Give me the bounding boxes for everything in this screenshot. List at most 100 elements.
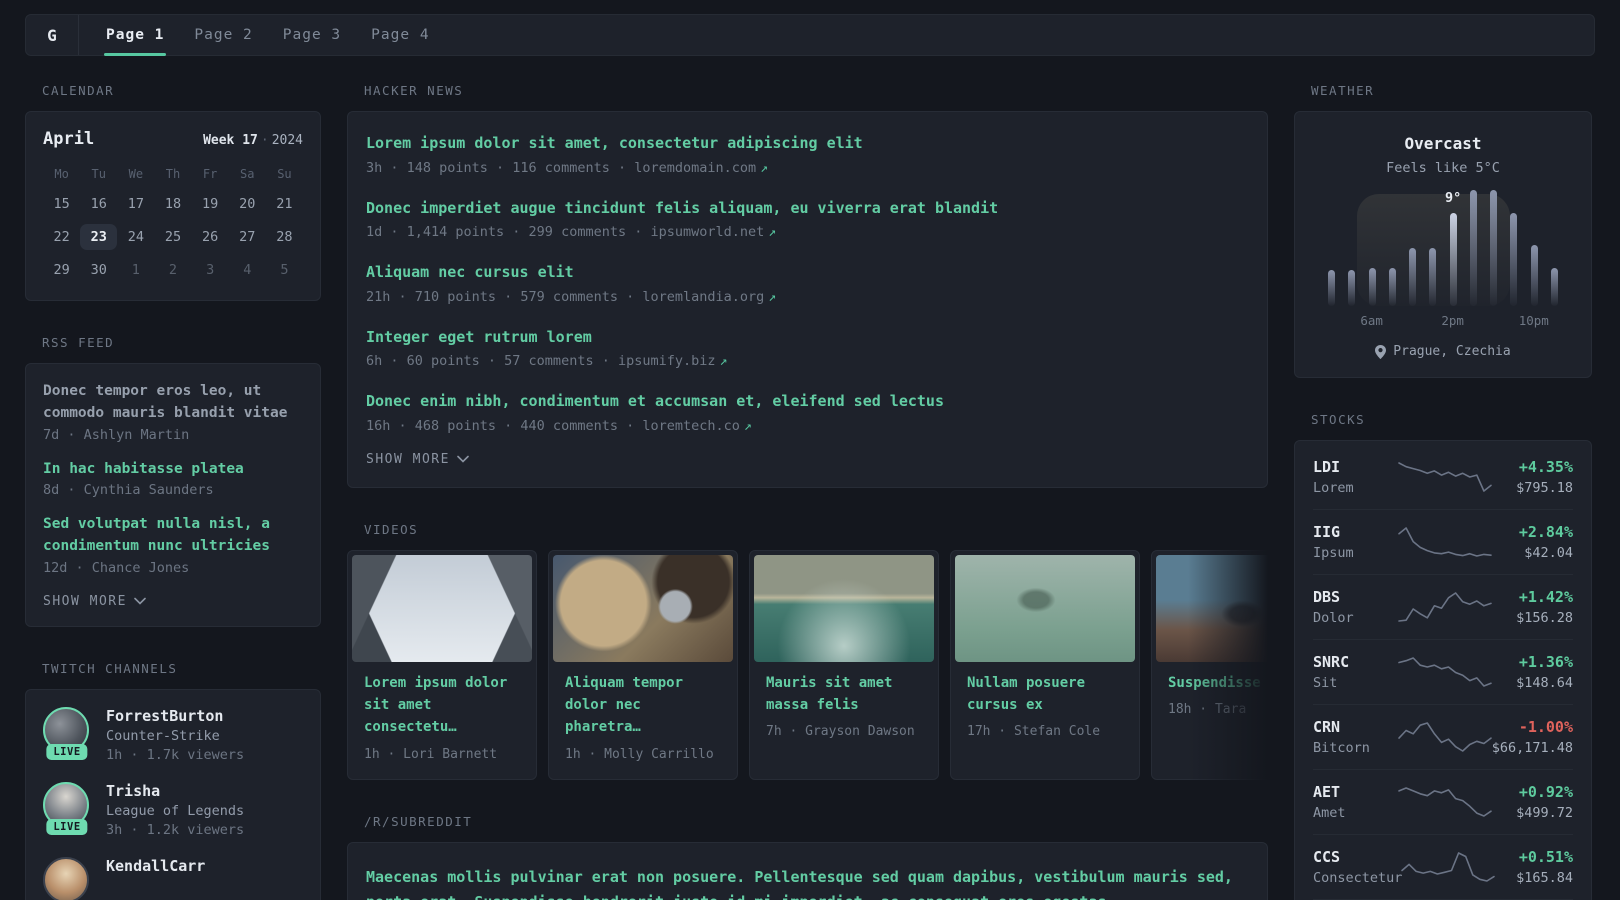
hn-item-meta: 21h · 710 points · 579 comments · loreml… [366, 288, 777, 305]
video-meta: 18h · Tara [1168, 701, 1247, 717]
stocks-section-label: STOCKS [1311, 412, 1366, 427]
stock-row[interactable]: CRN Bitcorn -1.00% $66,171.48 [1313, 704, 1573, 769]
hn-item-title[interactable]: Aliquam nec cursus elit [366, 261, 1249, 284]
external-link-icon[interactable]: ↗ [720, 354, 728, 369]
day-header: Mo [54, 167, 69, 181]
hn-item-title[interactable]: Donec imperdiet augue tincidunt felis al… [366, 197, 1249, 220]
video-card[interactable]: Lorem ipsum dolor sit amet consectetu… 1… [347, 549, 537, 780]
hacker-news-widget: Lorem ipsum dolor sit amet, consectetur … [347, 111, 1268, 488]
stock-name: Consectetur [1313, 870, 1403, 886]
weather-widget: Overcast Feels like 5°C 9° 6am 2pm 10pm … [1294, 111, 1592, 378]
weather-bar [1429, 248, 1437, 306]
video-card[interactable]: Mauris sit amet massa felis 7h · Grayson… [749, 549, 939, 780]
rss-item-meta: 8d · Cynthia Saunders [43, 482, 214, 499]
day-header: Th [165, 167, 181, 181]
weather-bar [1550, 267, 1558, 306]
chevron-down-icon [457, 455, 469, 463]
stock-row[interactable]: SNRC Sit +1.36% $148.64 [1313, 639, 1573, 704]
video-thumbnail[interactable] [1156, 554, 1268, 662]
stock-name: Lorem [1313, 480, 1354, 496]
day-header: Sa [240, 167, 255, 181]
subreddit-post: Maecenas mollis pulvinar erat non posuer… [366, 865, 1249, 900]
external-link-icon[interactable]: ↗ [760, 161, 768, 176]
rss-item-title[interactable]: In hac habitasse platea [43, 459, 303, 481]
stock-row[interactable]: LDI Lorem +4.35% $795.18 [1313, 445, 1573, 509]
page-tabs: Page 1 Page 2 Page 3 Page 4 [79, 15, 445, 56]
twitch-channel[interactable]: LIVE Trisha League of Legends 3h · 1.2k … [43, 781, 303, 838]
video-thumbnail[interactable] [553, 554, 733, 662]
video-meta: 1h · Lori Barnett [364, 746, 498, 762]
stock-symbol[interactable]: LDI [1313, 458, 1399, 476]
weather-hour-labels: 6am 2pm 10pm [1322, 313, 1564, 331]
calendar-week-year: Week 17 · 2024 [203, 133, 303, 148]
twitch-channel[interactable]: KendallCarr [43, 856, 303, 900]
twitch-channel[interactable]: LIVE ForrestBurton Counter-Strike 1h · 1… [43, 706, 303, 763]
tab-page-2[interactable]: Page 2 [179, 15, 267, 55]
weather-location-row: Prague, Czechia [1312, 344, 1574, 359]
stock-name: Dolor [1313, 610, 1354, 626]
tab-page-3[interactable]: Page 3 [268, 15, 356, 55]
external-link-icon[interactable]: ↗ [768, 225, 776, 240]
stock-row[interactable]: AET Amet +0.92% $499.72 [1313, 769, 1573, 834]
external-link-icon[interactable]: ↗ [744, 419, 752, 434]
stock-name: Sit [1313, 675, 1338, 691]
hn-item-title[interactable]: Lorem ipsum dolor sit amet, consectetur … [366, 132, 1249, 155]
subreddit-post-title[interactable]: Maecenas mollis pulvinar erat non posuer… [366, 865, 1249, 900]
video-title[interactable]: Suspendisse diam [1168, 672, 1268, 694]
stock-price: $148.64 [1516, 675, 1573, 691]
video-thumbnail[interactable] [955, 554, 1135, 662]
rss-item-title[interactable]: Donec tempor eros leo, ut commodo mauris… [43, 381, 303, 425]
calendar-day-next-month: 4 [243, 262, 252, 278]
stock-row[interactable]: DBS Dolor +1.42% $156.28 [1313, 574, 1573, 639]
video-title[interactable]: Mauris sit amet massa felis [766, 672, 922, 717]
hn-item-title[interactable]: Integer eget rutrum lorem [366, 326, 1249, 349]
main-column: HACKER NEWS Lorem ipsum dolor sit amet, … [347, 83, 1268, 900]
app-logo[interactable]: G [26, 15, 79, 55]
hn-item-meta: 3h · 148 points · 116 comments · loremdo… [366, 159, 768, 176]
rss-item-title[interactable]: Sed volutpat nulla nisl, a condimentum n… [43, 514, 303, 558]
calendar-day: 29 [53, 262, 70, 278]
channel-game: Counter-Strike [106, 727, 220, 744]
current-temp-label: 9° [1444, 190, 1462, 207]
stock-symbol[interactable]: SNRC [1313, 653, 1399, 671]
stock-sparkline [1401, 852, 1496, 882]
stock-change: +1.36% [1518, 653, 1573, 671]
video-title[interactable]: Nullam posuere cursus ex [967, 672, 1123, 717]
channel-name[interactable]: KendallCarr [106, 857, 205, 875]
calendar-day: 30 [90, 262, 107, 278]
channel-meta: 1h · 1.7k viewers [106, 746, 245, 763]
videos-section: VIDEOS Lorem ipsum dolor sit amet consec… [347, 522, 1268, 780]
stock-symbol[interactable]: CCS [1313, 848, 1402, 866]
hn-item: Lorem ipsum dolor sit amet, consectetur … [366, 132, 1249, 176]
stock-sparkline [1397, 462, 1492, 492]
stock-symbol[interactable]: CRN [1313, 718, 1399, 736]
video-title[interactable]: Lorem ipsum dolor sit amet consectetu… [364, 672, 520, 739]
video-thumbnail[interactable] [754, 554, 934, 662]
video-thumbnail[interactable] [352, 554, 532, 662]
stock-symbol[interactable]: AET [1313, 783, 1399, 801]
video-title[interactable]: Aliquam tempor dolor nec pharetra… [565, 672, 721, 739]
external-link-icon[interactable]: ↗ [768, 290, 776, 305]
stock-symbol[interactable]: DBS [1313, 588, 1399, 606]
show-more-label: SHOW MORE [43, 593, 127, 609]
rss-show-more-button[interactable]: SHOW MORE [43, 594, 303, 609]
video-meta: 7h · Grayson Dawson [766, 724, 915, 740]
tab-page-1[interactable]: Page 1 [91, 15, 179, 56]
video-card[interactable]: Nullam posuere cursus ex 17h · Stefan Co… [950, 549, 1140, 780]
calendar-month: April [43, 129, 95, 149]
weather-bar [1328, 270, 1335, 306]
stock-symbol[interactable]: IIG [1313, 523, 1399, 541]
video-card[interactable]: Aliquam tempor dolor nec pharetra… 1h · … [548, 549, 738, 780]
video-card[interactable]: Suspendisse diam 18h · Tara [1151, 549, 1268, 780]
tab-page-4[interactable]: Page 4 [356, 15, 444, 55]
channel-name[interactable]: Trisha [106, 782, 244, 800]
hn-item: Aliquam nec cursus elit 21h · 710 points… [366, 261, 1249, 305]
hn-show-more-button[interactable]: SHOW MORE [366, 452, 1249, 467]
stock-row[interactable]: CCS Consectetur +0.51% $165.84 [1313, 834, 1573, 899]
stock-row[interactable]: IIG Ipsum +2.84% $42.04 [1313, 509, 1573, 574]
weather-bar [1469, 190, 1477, 306]
hn-item-title[interactable]: Donec enim nibh, condimentum et accumsan… [366, 390, 1249, 413]
channel-name[interactable]: ForrestBurton [106, 707, 244, 725]
weather-bar [1530, 244, 1538, 306]
weather-bar [1348, 270, 1356, 306]
